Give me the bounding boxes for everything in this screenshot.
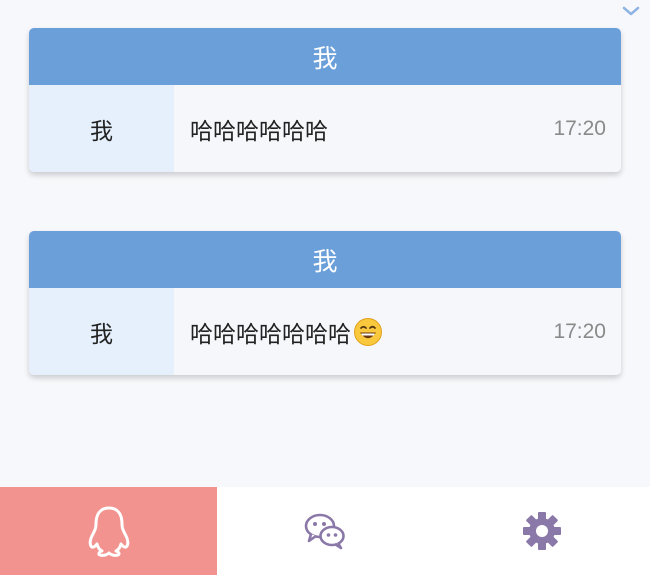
wechat-icon (304, 513, 345, 550)
qq-penguin-icon (88, 506, 129, 557)
message-text: 哈哈哈哈哈哈哈 (190, 321, 351, 348)
tab-settings[interactable] (433, 487, 650, 575)
message-time: 17:20 (553, 116, 606, 140)
tab-qq[interactable] (0, 487, 217, 575)
sender-label: 我 (29, 85, 174, 172)
gear-icon (522, 512, 561, 550)
message-time: 17:20 (553, 319, 606, 343)
message-card[interactable]: 我 我 哈哈哈哈哈哈哈 17:20 (29, 231, 621, 375)
card-header: 我 (29, 28, 621, 85)
card-header: 我 (29, 231, 621, 288)
grinning-face-emoji-icon (354, 317, 382, 346)
sender-label: 我 (29, 288, 174, 375)
chevron-down-icon[interactable] (620, 2, 642, 20)
bottom-nav (0, 487, 650, 575)
message-text: 哈哈哈哈哈哈 (190, 118, 328, 145)
message-card[interactable]: 我 我 哈哈哈哈哈哈 17:20 (29, 28, 621, 172)
tab-wechat[interactable] (217, 487, 433, 575)
